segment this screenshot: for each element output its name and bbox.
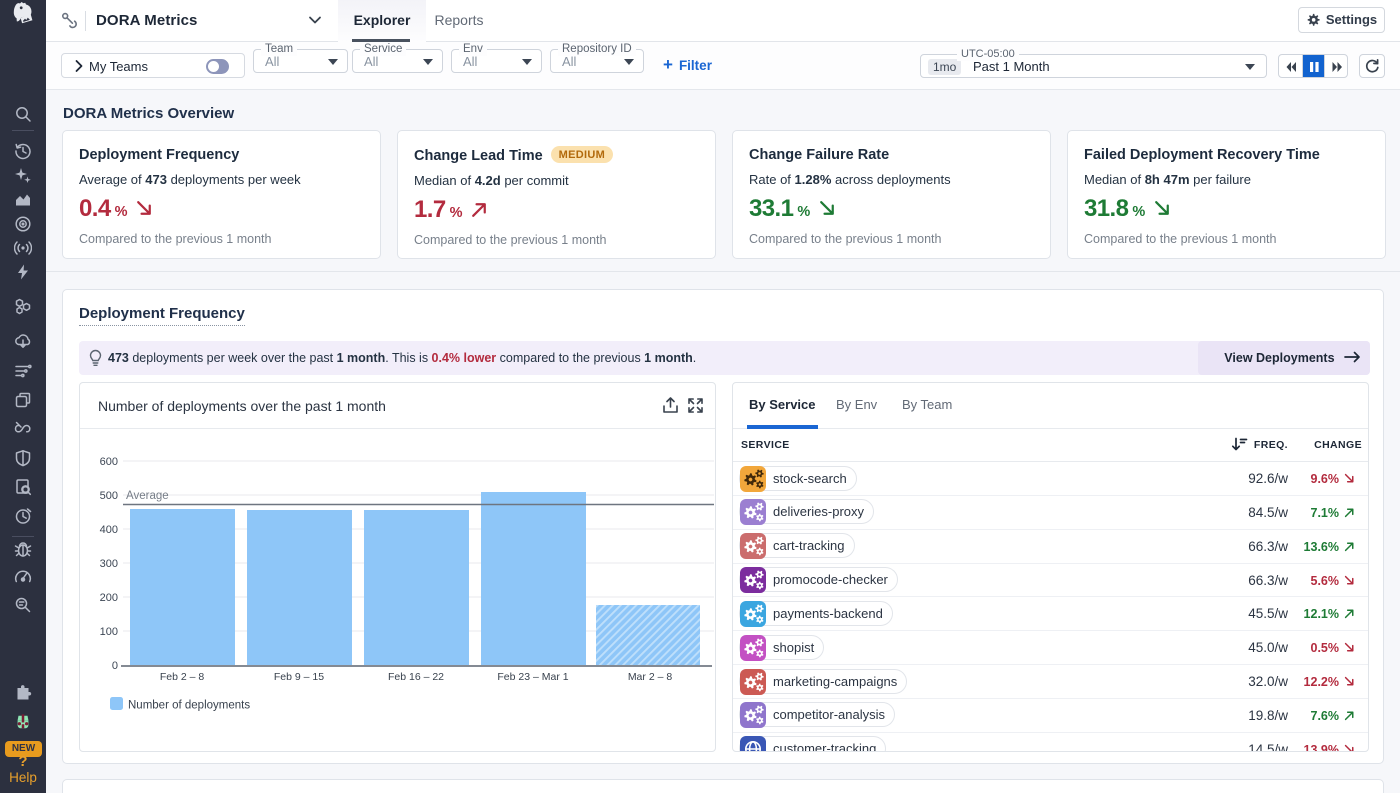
svg-text:Feb 16 – 22: Feb 16 – 22 <box>388 671 444 683</box>
svg-text:Average: Average <box>126 490 169 502</box>
svg-text:Number of deployments: Number of deployments <box>128 700 250 712</box>
svg-text:100: 100 <box>100 626 118 638</box>
svg-text:0: 0 <box>112 660 118 672</box>
svg-text:600: 600 <box>100 456 118 468</box>
svg-text:Feb 9 – 15: Feb 9 – 15 <box>274 671 324 683</box>
svg-text:Feb 23 – Mar 1: Feb 23 – Mar 1 <box>497 671 568 683</box>
svg-text:300: 300 <box>100 558 118 570</box>
svg-text:Mar 2 – 8: Mar 2 – 8 <box>628 671 673 683</box>
svg-text:400: 400 <box>100 524 118 536</box>
svg-text:Feb 2 – 8: Feb 2 – 8 <box>160 671 205 683</box>
svg-text:500: 500 <box>100 490 118 502</box>
svg-text:200: 200 <box>100 592 118 604</box>
